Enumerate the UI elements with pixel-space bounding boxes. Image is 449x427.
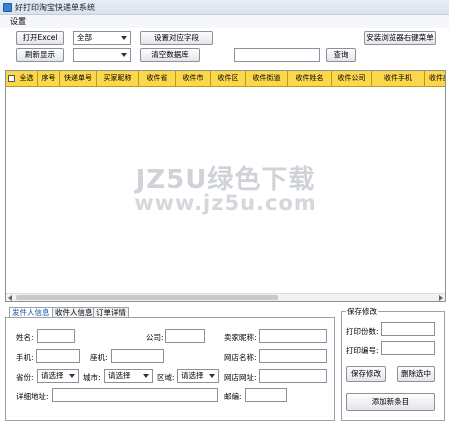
- scroll-left-icon[interactable]: [8, 295, 12, 301]
- phone-field[interactable]: [36, 349, 80, 363]
- province-select[interactable]: 请选择: [37, 369, 79, 383]
- buyer-nick-field[interactable]: [259, 329, 327, 343]
- name-field[interactable]: [37, 329, 75, 343]
- print-count-field[interactable]: [381, 322, 435, 336]
- city-select[interactable]: 请选择: [104, 369, 153, 383]
- column-select-all[interactable]: 全选: [6, 71, 38, 86]
- city-label: 城市:: [83, 373, 101, 382]
- data-grid[interactable]: 全选 序号 快递单号 买家昵称 收件省 收件市 收件区 收件街道 收件姓名 收件…: [5, 70, 446, 302]
- column-header-city[interactable]: 收件市: [176, 71, 211, 86]
- chevron-down-icon: [143, 374, 149, 378]
- window-title: 好打印淘宝快递单系统: [15, 3, 95, 12]
- column-header-tracking[interactable]: 快递单号: [60, 71, 97, 86]
- delete-selected-button[interactable]: 删除选中: [397, 366, 435, 382]
- city-select-value: 请选择: [108, 371, 131, 380]
- shop-name-field[interactable]: [259, 349, 327, 363]
- save-group-legend: 保存修改: [346, 306, 378, 317]
- refresh-button[interactable]: 刷新显示: [16, 48, 64, 62]
- menu-bar: 设置: [0, 15, 449, 28]
- secondary-select[interactable]: [73, 48, 131, 62]
- shop-name-label: 网店名称:: [224, 353, 257, 362]
- print-number-label: 打印编号:: [346, 346, 379, 355]
- query-button[interactable]: 查询: [326, 48, 356, 62]
- app-icon: [3, 3, 12, 12]
- select-all-checkbox[interactable]: [8, 75, 15, 82]
- add-entry-button[interactable]: 添加新条目: [346, 393, 435, 411]
- filter-select[interactable]: 全部: [73, 31, 131, 45]
- set-fields-button[interactable]: 设置对应字段: [140, 31, 213, 45]
- column-header-name[interactable]: 收件姓名: [288, 71, 332, 86]
- horizontal-scrollbar[interactable]: [6, 293, 445, 301]
- landline-label: 座机:: [90, 353, 108, 362]
- address-field[interactable]: [52, 388, 218, 402]
- column-header-landline[interactable]: 收件座: [425, 71, 445, 86]
- scroll-right-icon[interactable]: [439, 295, 443, 301]
- filter-select-value: 全部: [77, 33, 92, 42]
- chevron-down-icon: [121, 36, 127, 40]
- grid-body[interactable]: JZ5U绿色下载 www.jz5u.com: [6, 87, 445, 293]
- title-bar: 好打印淘宝快递单系统: [0, 0, 449, 15]
- print-number-field[interactable]: [381, 341, 435, 355]
- grid-header: 全选 序号 快递单号 买家昵称 收件省 收件市 收件区 收件街道 收件姓名 收件…: [6, 71, 445, 87]
- chevron-down-icon: [121, 53, 127, 57]
- watermark: JZ5U绿色下载 www.jz5u.com: [6, 87, 445, 293]
- column-header-index[interactable]: 序号: [38, 71, 60, 86]
- column-header-street[interactable]: 收件街道: [246, 71, 288, 86]
- menu-settings[interactable]: 设置: [10, 16, 26, 27]
- print-count-label: 打印份数:: [346, 327, 379, 336]
- district-label: 区域:: [157, 373, 175, 382]
- company-label: 公司:: [146, 333, 164, 342]
- clear-db-button[interactable]: 清空数据库: [140, 48, 200, 62]
- column-header-mobile[interactable]: 收件手机: [372, 71, 425, 86]
- column-header-buyer[interactable]: 买家昵称: [97, 71, 139, 86]
- shop-url-label: 网店网址:: [224, 373, 257, 382]
- open-excel-button[interactable]: 打开Excel: [16, 31, 64, 45]
- watermark-line2: www.jz5u.com: [134, 191, 317, 215]
- column-header-district[interactable]: 收件区: [211, 71, 246, 86]
- phone-label: 手机:: [16, 353, 34, 362]
- chevron-down-icon: [209, 374, 215, 378]
- buyer-nick-label: 卖家昵称:: [224, 333, 257, 342]
- postcode-label: 邮编:: [224, 392, 242, 401]
- column-header-province[interactable]: 收件省: [139, 71, 176, 86]
- company-field[interactable]: [165, 329, 205, 343]
- postcode-field[interactable]: [245, 388, 287, 402]
- landline-field[interactable]: [111, 349, 164, 363]
- shop-url-field[interactable]: [259, 369, 327, 383]
- district-select[interactable]: 请选择: [177, 369, 219, 383]
- district-select-value: 请选择: [181, 371, 204, 380]
- chevron-down-icon: [69, 374, 75, 378]
- install-menu-button[interactable]: 安装浏览器右键菜单: [364, 31, 436, 45]
- scroll-thumb[interactable]: [16, 295, 278, 300]
- province-label: 省份:: [16, 373, 34, 382]
- search-input[interactable]: [234, 48, 320, 62]
- province-select-value: 请选择: [41, 371, 64, 380]
- save-button[interactable]: 保存修改: [346, 366, 386, 382]
- address-label: 详细地址:: [16, 392, 49, 401]
- name-label: 姓名:: [16, 333, 34, 342]
- column-header-company[interactable]: 收件公司: [332, 71, 372, 86]
